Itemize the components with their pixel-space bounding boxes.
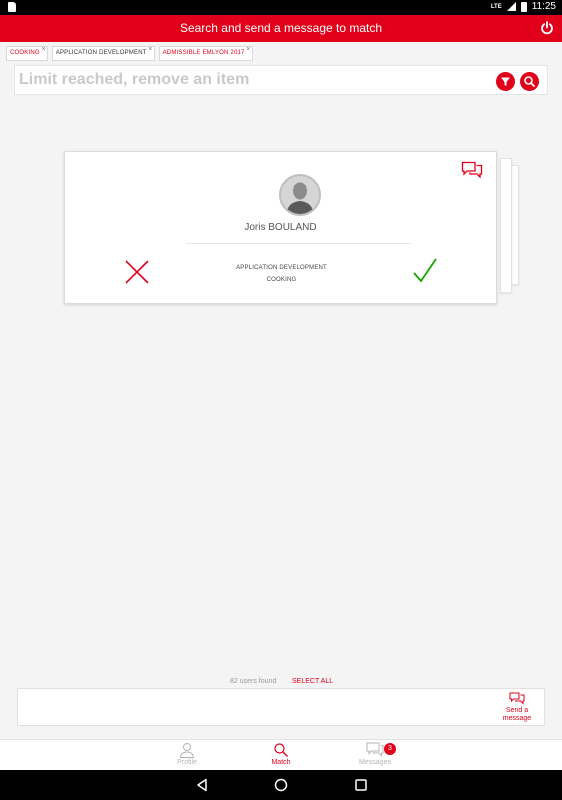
accept-button[interactable] [412, 257, 438, 285]
card-divider [186, 243, 412, 244]
tag-cooking[interactable]: COOKING × [6, 46, 48, 61]
message-icon [509, 692, 525, 705]
sd-card-icon [8, 2, 16, 12]
signal-icon [506, 2, 516, 11]
clock: 11:25 [531, 1, 556, 12]
tag-label: APPLICATION DEVELOPMENT [55, 50, 147, 56]
remove-tag-icon[interactable]: × [148, 43, 152, 56]
users-found-count: 82 users found [230, 678, 277, 685]
remove-tag-icon[interactable]: × [246, 43, 250, 56]
profile-skills: APPLICATION DEVELOPMENT COOKING [215, 262, 348, 286]
profile-icon [179, 743, 195, 758]
nav-match-label: Match [271, 759, 291, 766]
skill-item: COOKING [266, 277, 297, 283]
nav-messages[interactable]: Messages 3 [345, 742, 405, 766]
tag-admissible-emlyon[interactable]: ADMISSIBLE EMLYON 2017 × [158, 43, 253, 61]
search-placeholder: Limit reached, remove an item [19, 71, 250, 88]
avatar [279, 174, 321, 216]
battery-icon [520, 1, 527, 12]
remove-tag-icon[interactable]: × [41, 43, 45, 56]
power-icon[interactable] [540, 21, 554, 35]
chat-icon[interactable] [461, 161, 483, 179]
nav-messages-label: Messages [359, 759, 391, 766]
bottom-navigation: Profile Match Messages 3 [0, 739, 562, 770]
header-title: Search and send a message to match [179, 21, 383, 35]
search-input[interactable]: Limit reached, remove an item [14, 65, 548, 95]
search-button[interactable] [520, 72, 539, 91]
recents-icon[interactable] [354, 778, 368, 792]
nav-profile-label: Profile [177, 759, 197, 766]
card-stack-middle [500, 158, 512, 293]
home-icon[interactable] [274, 778, 288, 792]
status-bar: LTE 11:25 [0, 0, 562, 15]
profile-name: Joris BOULAND [244, 222, 317, 233]
send-label-line2: message [502, 715, 532, 722]
android-navigation-bar [0, 770, 562, 800]
tag-application-development[interactable]: APPLICATION DEVELOPMENT × [51, 43, 155, 61]
filter-icon [501, 77, 510, 86]
match-search-icon [274, 743, 288, 757]
messages-icon [366, 742, 384, 757]
person-photo [281, 176, 319, 214]
nav-match[interactable]: Match [251, 742, 311, 766]
skill-item: APPLICATION DEVELOPMENT [236, 265, 327, 271]
profile-card[interactable]: Joris BOULAND APPLICATION DEVELOPMENT CO… [64, 151, 497, 304]
send-label-line1: Send a [505, 707, 529, 714]
back-icon[interactable] [195, 778, 209, 792]
search-icon [524, 76, 535, 87]
selected-tags: COOKING × APPLICATION DEVELOPMENT × ADMI… [6, 46, 253, 61]
tag-label: COOKING [10, 50, 40, 56]
filter-button[interactable] [496, 72, 515, 91]
reject-button[interactable] [123, 258, 151, 286]
app-header: Search and send a message to match [0, 15, 562, 42]
messages-badge: 3 [384, 743, 396, 755]
send-message-button[interactable]: Send a message [492, 692, 542, 723]
message-input[interactable]: Send a message [17, 688, 545, 726]
select-all-link[interactable]: SELECT ALL [292, 678, 333, 685]
nav-profile[interactable]: Profile [157, 742, 217, 766]
tag-label: ADMISSIBLE EMLYON 2017 [162, 50, 245, 56]
network-type: LTE [490, 3, 502, 10]
